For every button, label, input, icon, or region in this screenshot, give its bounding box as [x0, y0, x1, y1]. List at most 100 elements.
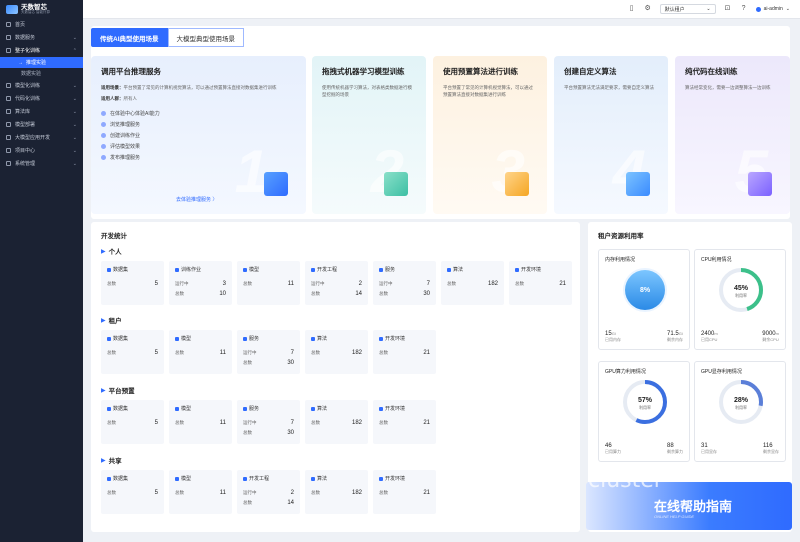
- stat-tile[interactable]: 模型 总数 11: [169, 330, 232, 374]
- scenario-card-code[interactable]: 纯代码在线训练 算法经常变化，需要一边调整算法一边训练 5: [675, 56, 790, 214]
- menu-icon: [6, 161, 11, 166]
- gear-icon[interactable]: ⚙: [644, 5, 652, 13]
- sidebar-subitem-4[interactable]: 数据实验: [0, 68, 83, 79]
- sidebar-item-0[interactable]: 首页: [0, 18, 83, 31]
- stat-key: 总数: [311, 490, 320, 495]
- gauge-percent: 45%: [734, 285, 749, 292]
- step-item: 浏览推理服务: [101, 119, 296, 130]
- stat-tile[interactable]: 开发工程 运行中 2 总数 14: [237, 470, 300, 514]
- stat-tile[interactable]: 数据集总数 5: [101, 330, 164, 374]
- sidebar-item-8[interactable]: 模型部署 ⌄: [0, 118, 83, 131]
- scenario-card-custom[interactable]: 创建自定义算法 平台预置算法无法满足要求，需要自定义算法 4: [554, 56, 668, 214]
- sidebar-item-1[interactable]: 数据服务 ⌄: [0, 31, 83, 44]
- stat-tile[interactable]: 模型 总数 11: [169, 400, 232, 444]
- stat-name: 数据集: [113, 267, 129, 273]
- stat-tile[interactable]: 开发环境 总数 21: [373, 400, 436, 444]
- stat-tile[interactable]: 开发工程 运行中 2 总数 14: [305, 261, 368, 305]
- stat-row: 总数 182: [311, 420, 362, 426]
- stat-tile-name: 训练作业: [175, 266, 226, 273]
- sidebar-item-6[interactable]: 代码化训练 ⌄: [0, 92, 83, 105]
- stat-name: 服务: [385, 267, 396, 273]
- stat-tile[interactable]: 开发环境 总数 21: [373, 470, 436, 514]
- stat-row: 总数 11: [175, 490, 226, 496]
- stat-key: 总数: [311, 291, 320, 296]
- resource-stats: 2400m 已用CPU 9000m 剩余CPU: [701, 331, 779, 343]
- stat-name: 数据集: [113, 336, 129, 342]
- usage-gauge: 45%利用率: [719, 268, 763, 312]
- gauge-percent: 8%: [640, 287, 651, 294]
- stat-name: 模型: [181, 406, 192, 412]
- stat-tile[interactable]: 算法 总数 182: [305, 470, 368, 514]
- stat-value: 182: [351, 490, 362, 496]
- gauge-sublabel: 利用率: [735, 292, 747, 298]
- stat-tile[interactable]: 算法 总数 182: [441, 261, 504, 305]
- resource-stat: 116 剩余显存: [763, 443, 779, 455]
- stat-row: 总数 182: [447, 281, 498, 287]
- book-icon[interactable]: ▯: [628, 5, 636, 13]
- stat-tile-name: 服务: [243, 335, 294, 342]
- tab-traditional-ai[interactable]: 传统AI典型使用场景: [91, 28, 168, 47]
- stat-icon: [243, 267, 247, 272]
- user-menu[interactable]: ai-admin ⌄: [755, 6, 790, 12]
- chevron-down-icon: ⌄: [706, 6, 711, 12]
- card-title: 纯代码在线训练: [685, 67, 738, 76]
- scenario-card-dragdrop[interactable]: 拖拽式机器学习模型训练 使用传统机器学习算法，对表格类数据进行模型挖掘的场景 2: [312, 56, 426, 214]
- card-desc: 平台预置算法无法满足要求，需要自定义算法: [564, 85, 654, 90]
- stat-tile[interactable]: 服务 运行中 7 总数 30: [373, 261, 436, 305]
- brand-logo[interactable]: 天数智芯 天数智芯 智能计算: [0, 0, 83, 18]
- try-inference-link[interactable]: 去体验推理服务 〉: [176, 196, 217, 203]
- tenant-select[interactable]: 默认租户 ⌄: [659, 4, 716, 14]
- lock-icon[interactable]: ⊡: [724, 5, 732, 13]
- stat-tile[interactable]: 模型 总数 11: [169, 470, 232, 514]
- stat-tile-name: 数据集: [107, 475, 158, 482]
- sidebar-subitem-3[interactable]: → 推理实验: [0, 57, 83, 68]
- stat-row: 总数 21: [515, 281, 566, 287]
- stat-tile[interactable]: 数据集 总数 5: [101, 470, 164, 514]
- sidebar-item-label: 大模型应用开发: [15, 135, 51, 141]
- card-number: 1: [234, 138, 268, 205]
- help-icon[interactable]: ?: [740, 5, 748, 13]
- scenario-panel: 传统AI典型使用场景 大模型典型使用场景 调用平台推理服务 适用场景：平台预置了…: [91, 26, 790, 219]
- sidebar-item-5[interactable]: 模型化训练 ⌄: [0, 79, 83, 92]
- stat-row: 运行中 2: [243, 490, 294, 496]
- stat-tile[interactable]: 算法 总数 182: [305, 330, 368, 374]
- stat-tile[interactable]: 开发环境 总数 21: [373, 330, 436, 374]
- stat-tile[interactable]: 数据集 总数 5: [101, 400, 164, 444]
- people-text: 所有人: [123, 96, 138, 102]
- stat-value: 30: [287, 360, 294, 366]
- sidebar-item-7[interactable]: 算法库 ⌄: [0, 105, 83, 118]
- stat-tile-name: 数据集: [107, 335, 158, 342]
- scenario-card-preset[interactable]: 使用预置算法进行训练 平台预置了常见的计算机视觉算法，可以通过预置算法直接对数据…: [433, 56, 547, 214]
- stat-row: 总数 5: [107, 350, 158, 356]
- avatar: [755, 6, 761, 12]
- stat-tile[interactable]: 训练作业 运行中 3 总数 10: [169, 261, 232, 305]
- tab-large-model[interactable]: 大模型典型使用场景: [167, 28, 244, 47]
- stat-value: 11: [219, 490, 226, 496]
- sidebar-item-label: 首页: [15, 22, 26, 28]
- stat-icon: [311, 406, 315, 411]
- scenario-card-inference[interactable]: 调用平台推理服务 适用场景：平台预置了常见的计算机视觉算法，可以通过预置算法直接…: [91, 56, 306, 214]
- stat-key: 总数: [243, 360, 252, 365]
- stat-tile[interactable]: 服务 运行中 7 总数 30: [237, 330, 300, 374]
- stat-tile[interactable]: 算法 总数 182: [305, 400, 368, 444]
- menu-icon: [6, 148, 11, 153]
- menu-icon: [6, 35, 11, 40]
- resource-stat-unit: m: [775, 331, 779, 336]
- stat-tile[interactable]: 服务 运行中 7 总数 30: [237, 400, 300, 444]
- stat-value: 3: [222, 281, 226, 287]
- stat-name: 数据集: [113, 476, 129, 482]
- resource-stat-label: 已用内存: [605, 337, 621, 342]
- gauge-percent: 57%: [638, 397, 653, 404]
- resource-stat-label: 剩余内存: [667, 337, 683, 342]
- dev-stats-panel: 开发统计 ▶ 个人 数据集 总数 5 训练作业 运行中 3 总数 10 模型 总数 11 开发工程 运行中 2…: [91, 222, 580, 532]
- stat-tile[interactable]: 开发环境 总数 21: [509, 261, 572, 305]
- sidebar-item-9[interactable]: 大模型应用开发 ⌄: [0, 131, 83, 144]
- help-guide-banner[interactable]: cluster 在线帮助指南 ONLINE HELP GUIDE: [586, 482, 792, 530]
- sidebar-item-2[interactable]: 整子化训练 ⌃: [0, 44, 83, 57]
- stat-key: 总数: [107, 350, 116, 355]
- sidebar-item-10[interactable]: 项目中心 ⌄: [0, 144, 83, 157]
- stat-row: 运行中 2: [311, 281, 362, 287]
- stat-tile[interactable]: 模型 总数 11: [237, 261, 300, 305]
- stat-tile[interactable]: 数据集 总数 5: [101, 261, 164, 305]
- sidebar-item-11[interactable]: 系统管理 ⌄: [0, 157, 83, 170]
